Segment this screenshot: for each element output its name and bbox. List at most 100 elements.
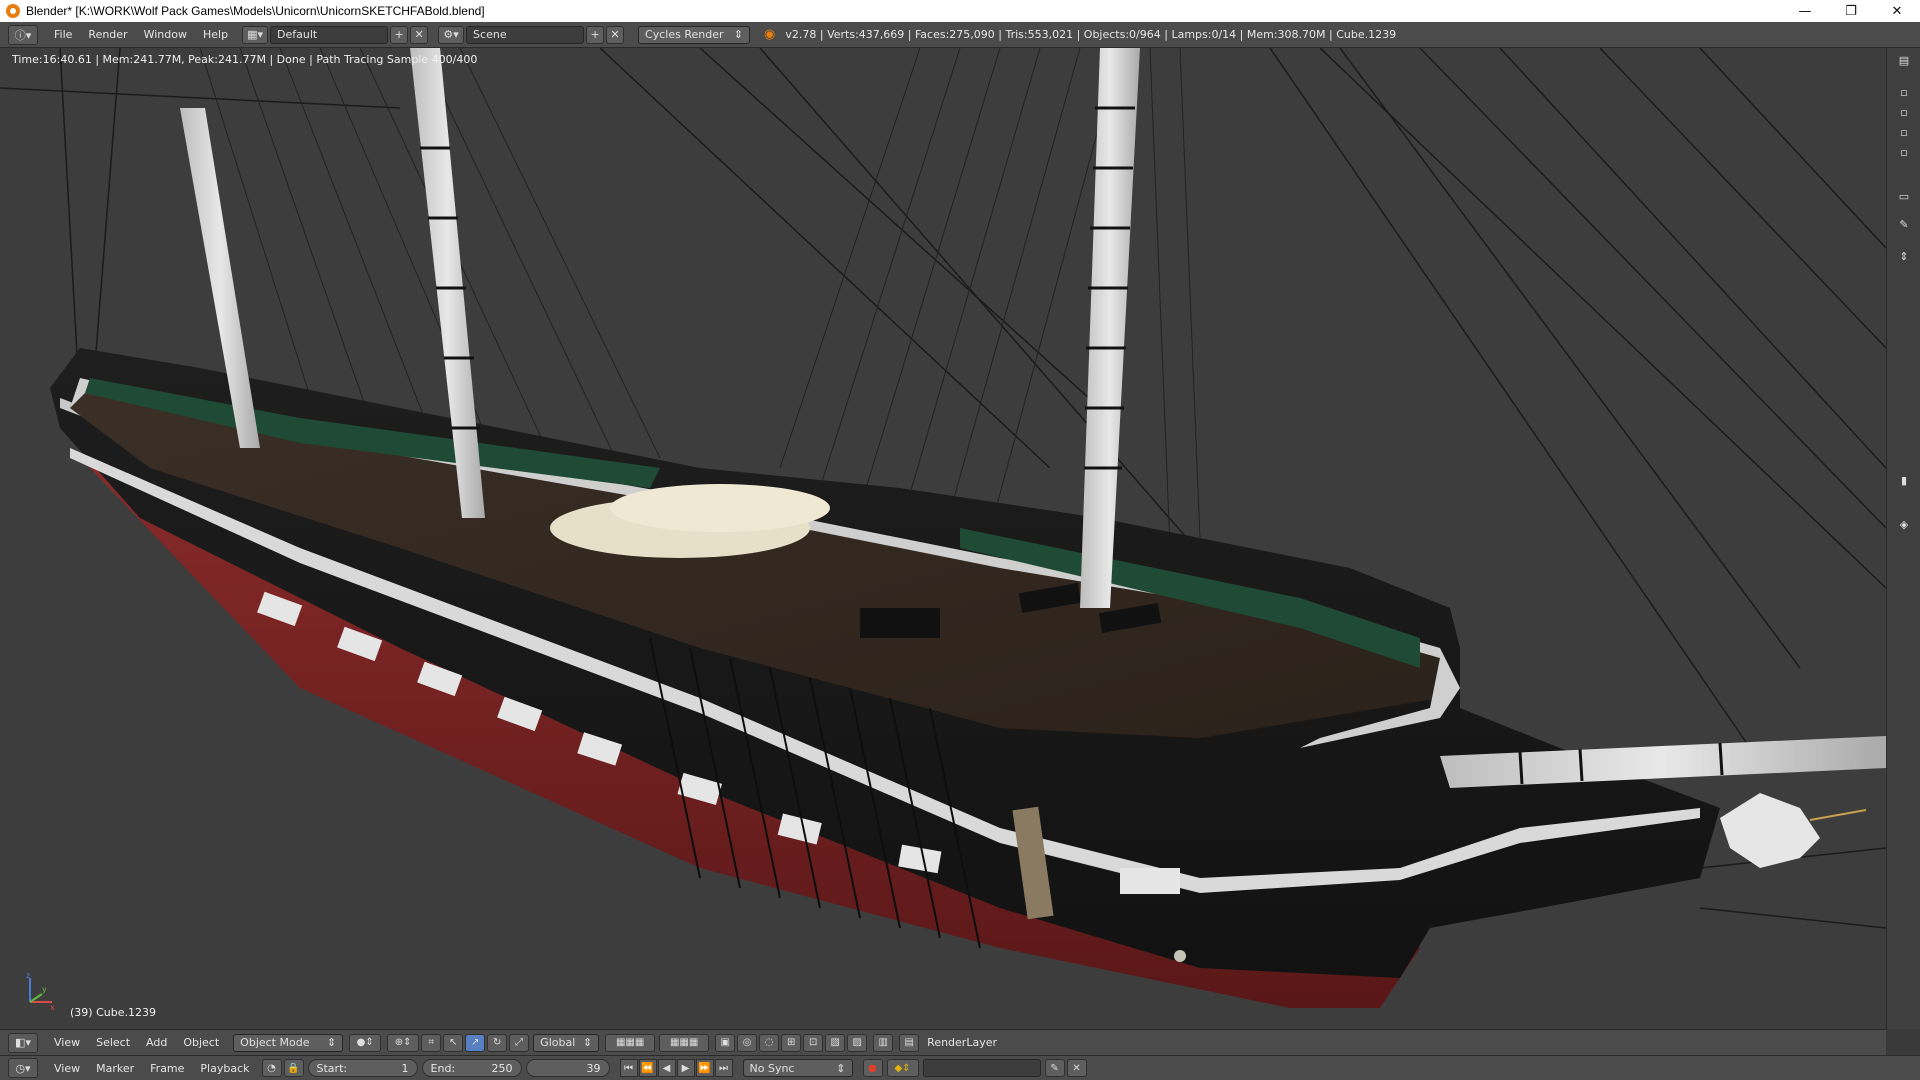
window-controls: — ❐ ✕ [1782,0,1920,22]
screen-layout-field[interactable]: Default [270,25,389,44]
keying-set-icon[interactable]: ◆⇕ [886,1059,919,1077]
menu-select[interactable]: Select [88,1036,138,1049]
remove-scene-button[interactable]: ✕ [606,25,625,44]
rotate-manipulator-icon[interactable]: ↻ [487,1033,508,1052]
render-layer-icon[interactable]: ▤ [899,1033,920,1052]
menu-frame[interactable]: Frame [142,1062,192,1075]
opengl-anim-icon[interactable]: ▨ [847,1033,868,1052]
editor-type-button[interactable]: ⓘ▾ [8,24,38,45]
menu-render[interactable]: Render [80,28,135,41]
menu-window[interactable]: Window [136,28,195,41]
shading-select-icon[interactable]: ●⇕ [349,1033,382,1052]
render-status: Time:16:40.61 | Mem:241.77M, Peak:241.77… [12,53,478,66]
mode-arrows-icon: ⇕ [326,1036,337,1049]
menu-file[interactable]: File [46,28,80,41]
menu-add[interactable]: Add [138,1036,175,1049]
info-header: ⓘ▾ File Render Window Help ▦▾ Default + … [0,22,1920,48]
menu-playback[interactable]: Playback [192,1062,257,1075]
3d-view-icon: ◧▾ [15,1036,31,1049]
keying-set-field[interactable] [922,1059,1041,1077]
camera-icon-4[interactable]: ▫ [1894,144,1914,160]
current-frame-value: 39 [586,1061,601,1075]
play-reverse-button[interactable]: ◀ [657,1059,676,1077]
proportional-edit-icon[interactable]: ◎ [737,1033,758,1052]
scroll-arrows-icon[interactable]: ⇕ [1894,248,1914,264]
maximize-button[interactable]: ❐ [1828,0,1874,22]
play-button[interactable]: ▶ [676,1059,695,1077]
pin-icon[interactable]: ✎ [1894,216,1914,232]
layers-row-1-icon[interactable]: ▦▦▦ [605,1033,656,1052]
axis-y-label: y [42,985,47,994]
menu-view[interactable]: View [46,1036,88,1049]
add-screen-button[interactable]: + [390,25,409,44]
minimize-button[interactable]: — [1782,0,1828,22]
pivot-select-icon[interactable]: ⊕⇕ [387,1033,420,1052]
render-layer-label[interactable]: RenderLayer [919,1036,1005,1049]
scrollbar-handle-icon[interactable]: ▮ [1894,472,1914,488]
menu-timeline-view[interactable]: View [46,1062,88,1075]
camera-icon-3[interactable]: ▫ [1894,124,1914,140]
opengl-render-icon[interactable]: ▧ [825,1033,846,1052]
cube-icon[interactable]: ◈ [1894,516,1914,532]
blender-window: Blender* [K:\WORK\Wolf Pack Games\Models… [0,0,1920,1080]
snap-toggle-icon[interactable]: ◌ [759,1033,780,1052]
scene-icon[interactable]: ⚙▾ [438,25,465,44]
menu-help[interactable]: Help [195,28,236,41]
jump-end-button[interactable]: ⏭ [714,1059,733,1077]
menu-marker[interactable]: Marker [88,1062,142,1075]
close-button[interactable]: ✕ [1874,0,1920,22]
timeline-header: ◷▾ View Marker Frame Playback ◔ 🔒 Start:… [0,1055,1920,1080]
blender-logo-small-icon: ◉ [764,27,776,42]
layers-row-2-icon[interactable]: ▦▦▦ [659,1033,710,1052]
mode-select[interactable]: Object Mode ⇕ [233,1033,344,1052]
orientation-label: Global [540,1036,576,1049]
add-scene-button[interactable]: + [586,25,605,44]
lock-layer-icon[interactable]: ▣ [715,1033,736,1052]
scene-field[interactable]: Scene [466,25,585,44]
orientation-select[interactable]: Global ⇕ [533,1033,600,1052]
outliner-icon[interactable]: ▤ [1894,52,1914,68]
properties-icon[interactable]: ▭ [1894,188,1914,204]
title-bar: Blender* [K:\WORK\Wolf Pack Games\Models… [0,0,1920,22]
sync-label: No Sync [749,1061,795,1075]
rendered-ship-image [0,48,1886,1008]
manipulator-toggle-icon[interactable]: ⌗ [421,1033,442,1052]
camera-icon-2[interactable]: ▫ [1894,104,1914,120]
end-frame-field[interactable]: End: 250 [421,1059,522,1077]
record-button-icon[interactable]: ● [862,1059,883,1077]
editor-type-button-3d[interactable]: ◧▾ [8,1032,38,1053]
render-engine-select[interactable]: Cycles Render ⇕ [638,25,751,44]
editor-type-button-timeline[interactable]: ◷▾ [8,1058,38,1078]
insert-keyframe-icon[interactable]: ✎ [1044,1059,1065,1077]
translate-manipulator-icon[interactable]: ↖ [443,1033,464,1052]
orientation-arrows-icon: ⇕ [582,1036,593,1049]
scale-manipulator-icon[interactable]: ⤢ [509,1033,530,1052]
start-frame-field[interactable]: Start: 1 [307,1059,418,1077]
scene-stats: v2.78 | Verts:437,669 | Faces:275,090 | … [785,28,1397,41]
current-frame-field[interactable]: 39 [525,1059,610,1077]
dropdown-arrows-icon: ⇕ [733,28,744,41]
right-side-strip: ▤ ▫ ▫ ▫ ▫ ▭ ✎ ⇕ ▮ ◈ [1886,48,1920,1029]
info-icon: ⓘ▾ [14,28,32,42]
render-layer-toggle-icon[interactable]: ▥ [873,1033,894,1052]
start-value: 1 [401,1061,409,1075]
3d-viewport[interactable]: Time:16:40.61 | Mem:241.77M, Peak:241.77… [0,48,1886,1029]
screen-layout-icon[interactable]: ▦▾ [242,25,269,44]
end-label: End: [430,1061,456,1075]
camera-icon[interactable]: ▫ [1894,84,1914,100]
translate-active-icon[interactable]: ↗ [465,1033,486,1052]
menu-object[interactable]: Object [175,1036,227,1049]
active-object-label: (39) Cube.1239 [70,1006,156,1019]
window-title: Blender* [K:\WORK\Wolf Pack Games\Models… [26,4,485,18]
lock-frame-icon[interactable]: 🔒 [283,1059,304,1077]
sync-arrows-icon: ⇕ [836,1061,846,1075]
preview-range-icon[interactable]: ◔ [261,1059,282,1077]
jump-prev-keyframe-button[interactable]: ⏪ [638,1059,657,1077]
snap-target-icon[interactable]: ⊡ [803,1033,824,1052]
jump-next-keyframe-button[interactable]: ⏩ [695,1059,714,1077]
remove-screen-button[interactable]: ✕ [410,25,429,44]
jump-start-button[interactable]: ⏮ [619,1059,638,1077]
sync-select[interactable]: No Sync ⇕ [742,1059,853,1077]
delete-keyframe-icon[interactable]: ✕ [1066,1059,1087,1077]
snap-element-icon[interactable]: ⊞ [781,1033,802,1052]
